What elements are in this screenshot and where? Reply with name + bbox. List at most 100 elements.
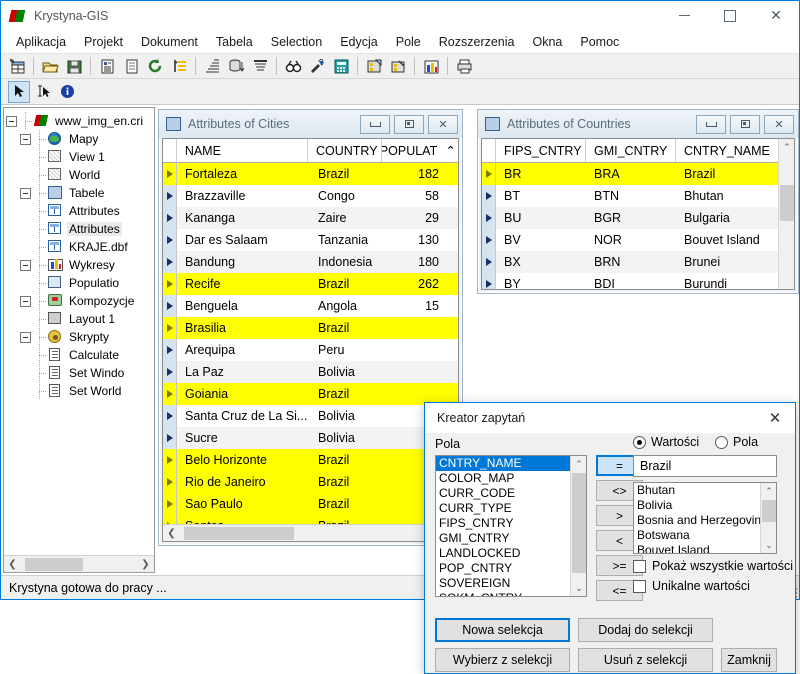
countries-vertical-scrollbar[interactable]: ⌃ <box>778 139 794 289</box>
list-item[interactable]: FIPS_CNTRY <box>436 516 570 531</box>
close-button[interactable]: ✕ <box>753 1 799 31</box>
scroll-down-arrow[interactable]: ⌄ <box>571 580 586 596</box>
zamknij-button[interactable]: Zamknij <box>721 648 777 672</box>
copy-document-icon[interactable] <box>120 55 142 77</box>
menu-tabela[interactable]: Tabela <box>207 33 262 51</box>
list-item[interactable]: Bolivia <box>634 498 760 513</box>
scroll-down-arrow[interactable]: ⌄ <box>761 537 776 553</box>
menu-edycja[interactable]: Edycja <box>331 33 387 51</box>
tree-node-kompozycje[interactable]: Kompozycje <box>6 292 154 310</box>
text-select-tool-icon[interactable] <box>32 81 54 103</box>
cities-horizontal-scrollbar[interactable]: ❮ <box>163 524 458 541</box>
open-folder-icon[interactable] <box>39 55 61 77</box>
scroll-thumb[interactable] <box>25 557 83 571</box>
wybierz-z-selekcji-button[interactable]: Wybierz z selekcji <box>435 648 570 672</box>
list-item[interactable]: CNTRY_NAME <box>436 456 570 471</box>
expander-icon[interactable] <box>20 295 31 307</box>
radio-wartosci[interactable]: Wartości <box>633 435 699 449</box>
list-item[interactable]: CURR_CODE <box>436 486 570 501</box>
column-header-name[interactable]: NAME <box>177 139 308 162</box>
menu-okna[interactable]: Okna <box>524 33 572 51</box>
scroll-right-arrow[interactable]: ❯ <box>137 556 154 573</box>
row-selector[interactable] <box>163 361 177 383</box>
row-selector[interactable] <box>482 185 496 207</box>
table-row[interactable]: Sao PauloBrazil1 <box>163 493 458 515</box>
cities-restore-button[interactable] <box>394 114 424 134</box>
list-item[interactable]: Bosnia and Herzegovina <box>634 513 760 528</box>
row-selector[interactable] <box>163 251 177 273</box>
table-row[interactable]: La Paz Bolivia <box>163 361 458 383</box>
countries-restore-button[interactable] <box>730 114 760 134</box>
table-row[interactable]: BT BTN Bhutan <box>482 185 794 207</box>
tree-node-attributes-1[interactable]: Attributes <box>6 202 154 220</box>
pointer-tool-icon[interactable] <box>8 80 30 103</box>
new-table-icon[interactable] <box>6 55 28 77</box>
row-selector[interactable] <box>163 471 177 493</box>
column-header-population[interactable]: POPULAT <box>382 139 443 162</box>
row-selector[interactable] <box>482 251 496 273</box>
expander-icon[interactable] <box>20 259 31 271</box>
row-selector[interactable] <box>163 295 177 317</box>
fields-listbox[interactable]: CNTRY_NAME COLOR_MAP CURR_CODE CURR_TYPE… <box>435 455 587 597</box>
table-row[interactable]: Kananga Zaire 29 <box>163 207 458 229</box>
find-binoculars-icon[interactable] <box>282 55 304 77</box>
table-row[interactable]: Brasilia Brazil <box>163 317 458 339</box>
list-item[interactable]: LANDLOCKED <box>436 546 570 561</box>
table-row[interactable]: BU BGR Bulgaria <box>482 207 794 229</box>
cities-close-button[interactable]: ✕ <box>428 114 458 134</box>
column-header-fips-cntry[interactable]: FIPS_CNTRY <box>496 139 586 162</box>
table-row[interactable]: Santa Cruz de La Si... Bolivia <box>163 405 458 427</box>
row-selector[interactable] <box>163 207 177 229</box>
add-field-icon[interactable] <box>363 55 385 77</box>
row-selector[interactable] <box>163 273 177 295</box>
table-row[interactable]: Sucre Bolivia <box>163 427 458 449</box>
menu-pole[interactable]: Pole <box>387 33 430 51</box>
values-listbox[interactable]: Bhutan Bolivia Bosnia and Herzegovina Bo… <box>633 482 777 554</box>
row-selector[interactable] <box>163 449 177 471</box>
row-selector[interactable] <box>163 405 177 427</box>
tree-node-set-window[interactable]: Set Windo <box>6 364 154 382</box>
row-selector[interactable] <box>163 339 177 361</box>
list-item[interactable]: SQKM_CNTRY <box>436 591 570 596</box>
table-row[interactable]: Brazzaville Congo 58 <box>163 185 458 207</box>
list-item[interactable]: CURR_TYPE <box>436 501 570 516</box>
tree-node-tabele[interactable]: Tabele <box>6 184 154 202</box>
scroll-up-arrow[interactable]: ⌃ <box>571 456 586 472</box>
row-selector[interactable] <box>163 317 177 339</box>
scroll-up-arrow[interactable]: ⌃ <box>443 139 458 162</box>
countries-close-button[interactable]: ✕ <box>764 114 794 134</box>
list-item[interactable]: Bouvet Island <box>634 543 760 553</box>
list-item[interactable]: Bhutan <box>634 483 760 498</box>
usun-z-selekcji-button[interactable]: Usuń z selekcji <box>578 648 713 672</box>
scroll-left-arrow[interactable]: ❮ <box>163 525 180 542</box>
row-selector[interactable] <box>163 427 177 449</box>
values-scrollbar[interactable]: ⌃ ⌄ <box>760 483 776 553</box>
column-header-country[interactable]: COUNTRY <box>308 139 383 162</box>
properties-icon[interactable] <box>96 55 118 77</box>
expander-icon[interactable] <box>6 115 17 127</box>
column-header-cntry-name[interactable]: CNTRY_NAME <box>676 139 771 162</box>
countries-minimize-button[interactable] <box>696 114 726 134</box>
scroll-thumb[interactable] <box>762 500 776 522</box>
summarize-icon[interactable] <box>249 55 271 77</box>
fields-scrollbar[interactable]: ⌃ ⌄ <box>570 456 586 596</box>
dodaj-do-selekcji-button[interactable]: Dodaj do selekcji <box>578 618 713 642</box>
row-selector[interactable] <box>163 185 177 207</box>
scroll-thumb[interactable] <box>184 526 294 540</box>
tree-node-attributes-2[interactable]: Attributes <box>6 220 154 238</box>
checkbox-unikalne[interactable]: Unikalne wartości <box>633 579 750 593</box>
calculator-icon[interactable] <box>330 55 352 77</box>
column-header-gmi-cntry[interactable]: GMI_CNTRY <box>586 139 676 162</box>
row-selector[interactable] <box>482 163 496 185</box>
row-selector[interactable] <box>163 163 177 185</box>
tree-node-set-world[interactable]: Set World <box>6 382 154 400</box>
scroll-thumb[interactable] <box>572 473 586 573</box>
list-item[interactable]: COLOR_MAP <box>436 471 570 486</box>
dialog-titlebar[interactable]: Kreator zapytań ✕ <box>425 403 795 433</box>
row-selector[interactable] <box>482 207 496 229</box>
countries-window-titlebar[interactable]: Attributes of Countries ✕ <box>478 110 798 138</box>
scroll-track[interactable] <box>21 555 137 572</box>
row-selector[interactable] <box>163 493 177 515</box>
expander-icon[interactable] <box>20 331 31 343</box>
table-row[interactable]: Rio de JaneiroBrazil1 <box>163 471 458 493</box>
